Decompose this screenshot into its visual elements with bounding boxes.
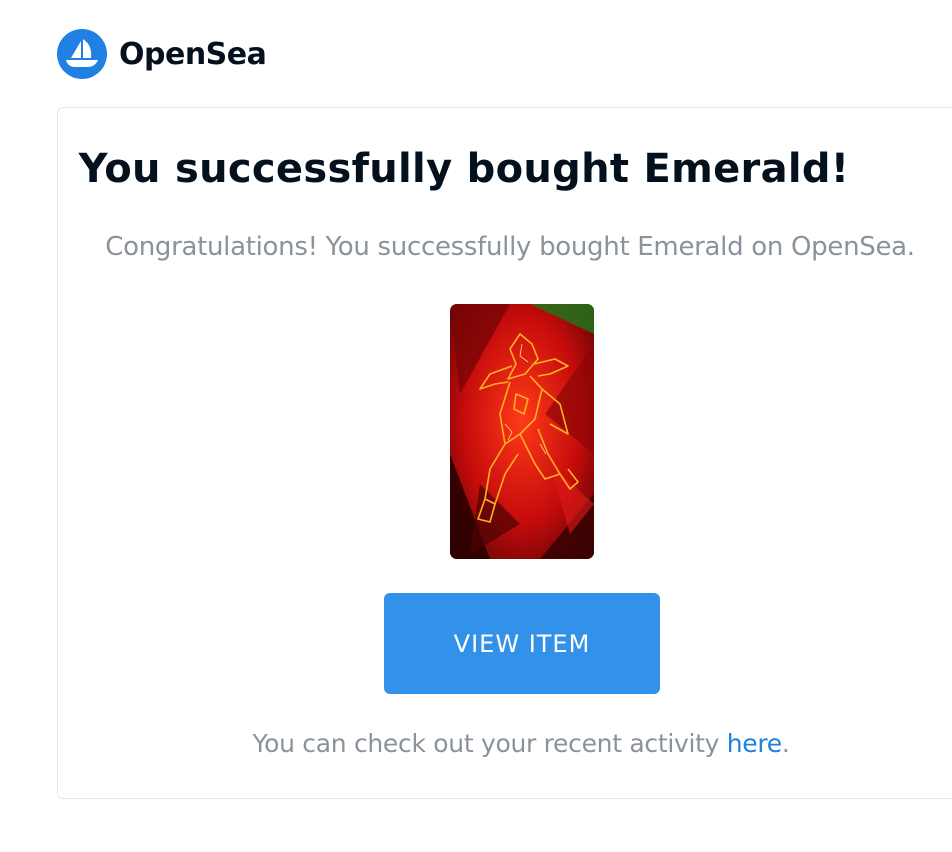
footer-suffix: . — [781, 729, 790, 758]
congratulations-text: Congratulations! You successfully bought… — [105, 232, 915, 262]
here-link[interactable]: here — [727, 729, 782, 758]
page-title: You successfully bought Emerald! — [78, 146, 850, 192]
email-page: OpenSea You successfully bought Emerald!… — [0, 0, 952, 852]
nft-artwork-image[interactable] — [450, 304, 594, 559]
brand-name: OpenSea — [119, 36, 267, 72]
opensea-logo-icon — [57, 29, 107, 79]
recent-activity-text: You can check out your recent activity h… — [252, 729, 789, 758]
view-item-button[interactable]: VIEW ITEM — [384, 593, 660, 694]
brand-header: OpenSea — [57, 29, 267, 79]
footer-prefix: You can check out your recent activity — [252, 729, 727, 758]
